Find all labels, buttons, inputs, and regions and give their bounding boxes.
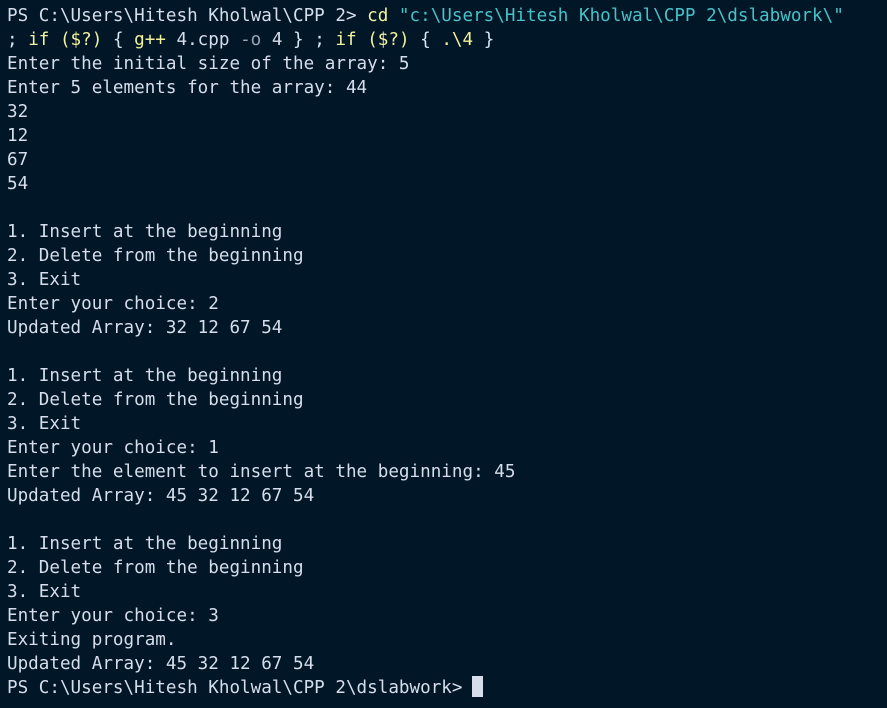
semicolon: ; — [314, 30, 325, 50]
exit-status-check: ($?) — [59, 30, 103, 50]
output-line: 67 — [7, 150, 29, 170]
output-line: Enter the initial size of the array: 5 — [7, 54, 410, 74]
final-prompt: PS C:\Users\Hitesh Kholwal\CPP 2\dslabwo… — [7, 678, 463, 698]
path-string: "c:\Users\Hitesh Kholwal\CPP 2\dslabwork… — [398, 6, 844, 26]
menu-option-delete: 2. Delete from the beginning — [7, 390, 304, 410]
exit-status-check: ($?) — [367, 30, 410, 50]
command-line-1: PS C:\Users\Hitesh Kholwal\CPP 2> cd "c:… — [7, 4, 844, 28]
choice-prompt: Enter your choice: 3 — [7, 606, 219, 626]
output-line: 54 — [7, 174, 29, 194]
output-name: 4 — [271, 30, 283, 50]
prompt: PS C:\Users\Hitesh Kholwal\CPP 2> — [7, 6, 368, 26]
menu-option-delete: 2. Delete from the beginning — [7, 246, 304, 266]
updated-array: Updated Array: 45 32 12 67 54 — [7, 486, 315, 506]
insert-element-prompt: Enter the element to insert at the begin… — [7, 462, 516, 482]
updated-array: Updated Array: 32 12 67 54 — [7, 318, 283, 338]
menu-option-exit: 3. Exit — [7, 270, 82, 290]
output-line: Enter 5 elements for the array: 44 — [7, 78, 368, 98]
semicolon: ; — [7, 30, 18, 50]
updated-array: Updated Array: 45 32 12 67 54 — [7, 654, 315, 674]
if-keyword: if — [335, 30, 357, 50]
final-prompt-line[interactable]: PS C:\Users\Hitesh Kholwal\CPP 2\dslabwo… — [7, 676, 484, 700]
close-brace: } — [293, 30, 304, 50]
close-brace: } — [483, 30, 495, 50]
source-file: 4.cpp — [176, 30, 230, 50]
terminal-window[interactable]: PS C:\Users\Hitesh Kholwal\CPP 2> cd "c:… — [0, 0, 887, 708]
command-line-2: ; if ($?) { g++ 4.cpp -o 4 } ; if ($?) {… — [7, 28, 494, 52]
menu-option-exit: 3. Exit — [7, 414, 82, 434]
compiler-command: g++ — [134, 30, 166, 50]
choice-prompt: Enter your choice: 1 — [7, 438, 219, 458]
open-brace: { — [112, 30, 124, 50]
output-line: 32 — [7, 102, 29, 122]
if-keyword: if — [28, 30, 50, 50]
output-line: 12 — [7, 126, 29, 146]
menu-option-delete: 2. Delete from the beginning — [7, 558, 304, 578]
open-brace: { — [420, 30, 431, 50]
menu-option-insert: 1. Insert at the beginning — [7, 222, 283, 242]
choice-prompt: Enter your choice: 2 — [7, 294, 219, 314]
cd-keyword: cd — [367, 6, 389, 26]
output-flag: -o — [240, 30, 262, 50]
run-command: .\4 — [441, 30, 474, 50]
menu-option-insert: 1. Insert at the beginning — [7, 534, 283, 554]
text-cursor[interactable] — [472, 676, 484, 697]
menu-option-exit: 3. Exit — [7, 582, 82, 602]
exit-message: Exiting program. — [7, 630, 177, 650]
menu-option-insert: 1. Insert at the beginning — [7, 366, 283, 386]
